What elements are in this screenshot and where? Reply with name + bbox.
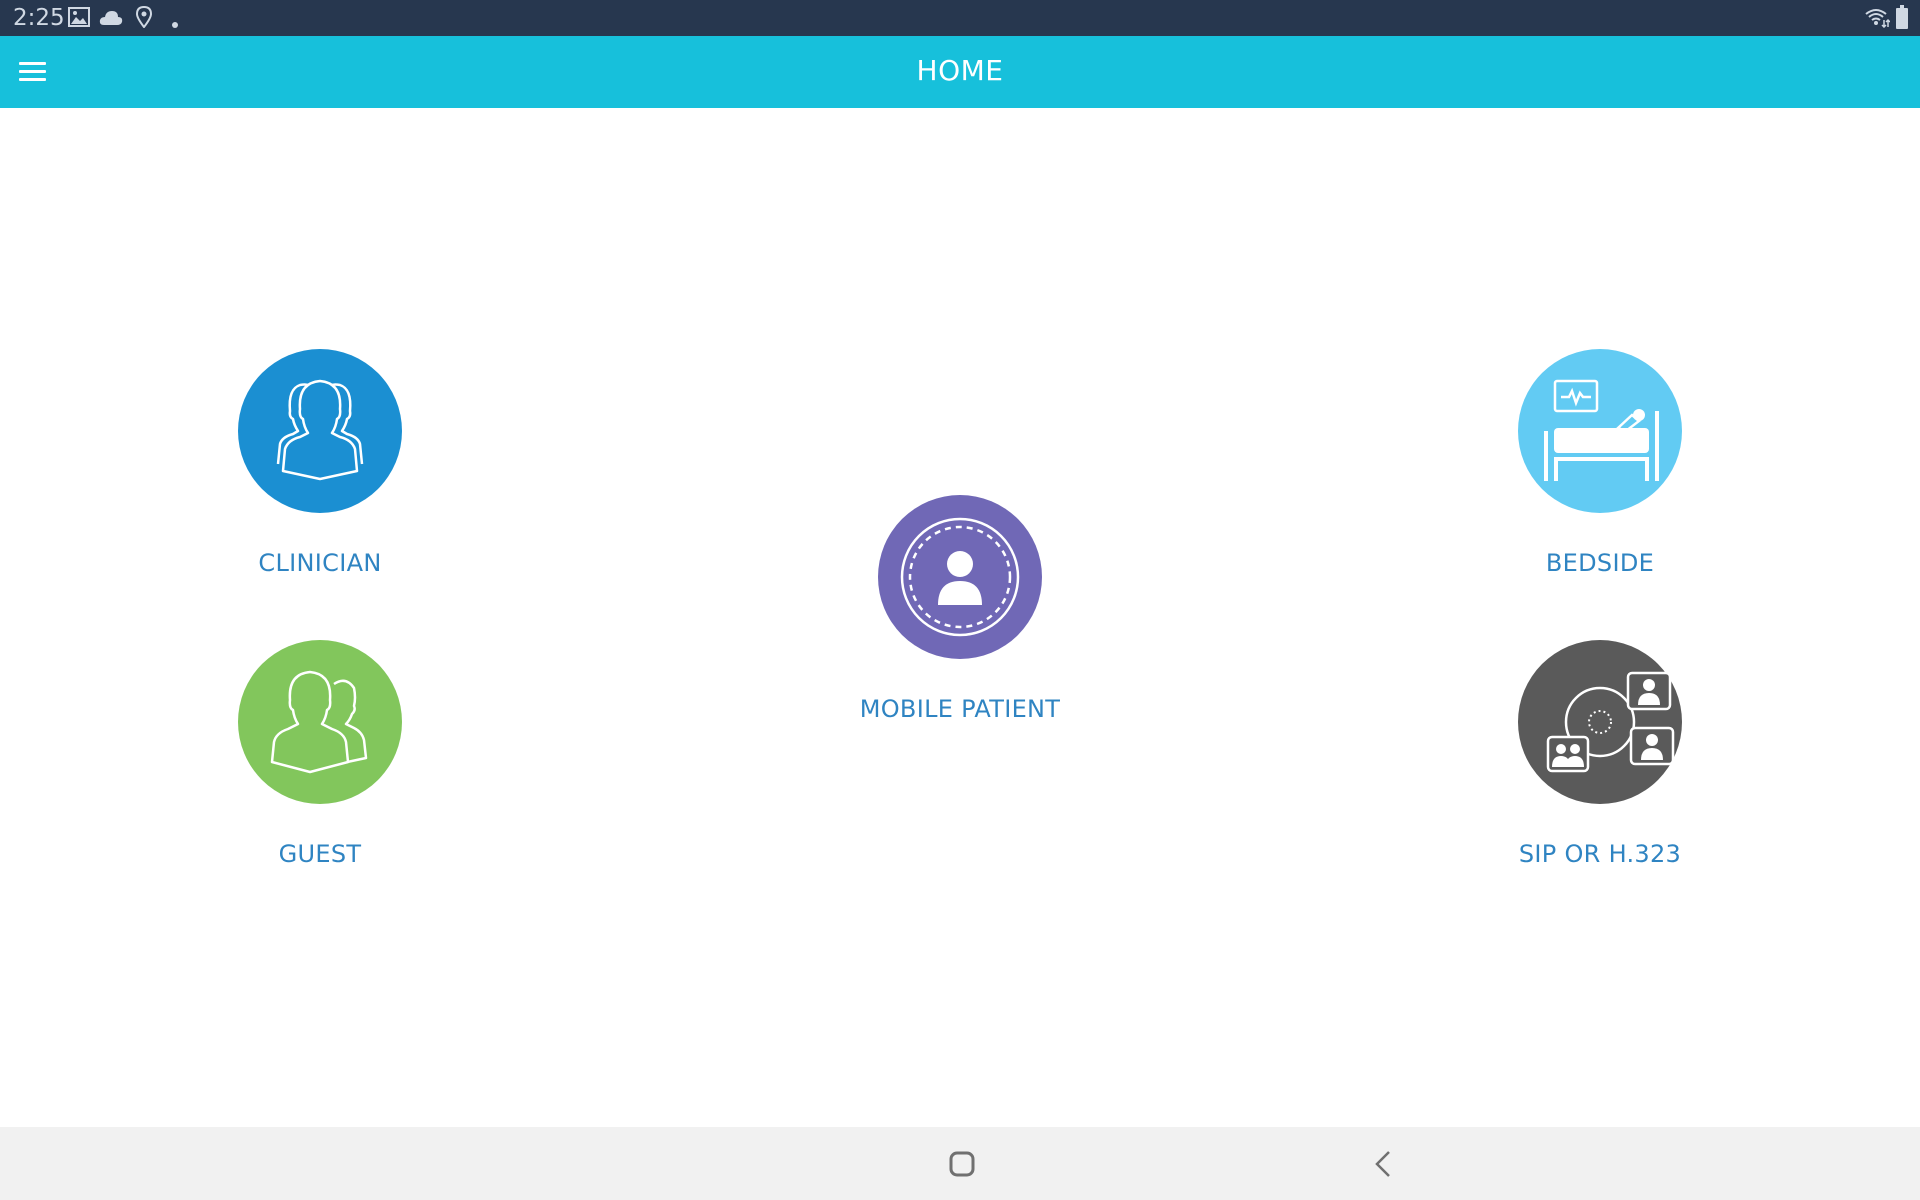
clinician-button[interactable] xyxy=(238,349,402,513)
mobile-patient-button[interactable] xyxy=(878,495,1042,659)
navigation-bar xyxy=(0,1127,1920,1200)
two-people-icon xyxy=(270,670,368,774)
status-time: 2:25 xyxy=(13,5,65,31)
page-title: HOME xyxy=(916,54,1004,87)
guest-label: GUEST xyxy=(278,840,362,868)
back-icon xyxy=(1375,1151,1390,1177)
app-bar: HOME xyxy=(0,36,1920,108)
bedside-label: BEDSIDE xyxy=(1545,549,1655,577)
status-bar: 2:25 xyxy=(0,0,1920,36)
tile-bedside[interactable]: BEDSIDE xyxy=(1450,349,1750,577)
video-conference-network-icon xyxy=(1546,671,1675,773)
sip-button[interactable] xyxy=(1518,640,1682,804)
bedside-button[interactable] xyxy=(1518,349,1682,513)
notification-dot-icon xyxy=(172,15,178,33)
tile-mobile-patient[interactable]: MOBILE PATIENT xyxy=(810,495,1110,723)
home-icon xyxy=(949,1151,975,1177)
tile-clinician[interactable]: CLINICIAN xyxy=(170,349,470,577)
hospital-bed-monitor-icon xyxy=(1544,379,1659,481)
battery-icon xyxy=(1896,5,1908,34)
location-pin-icon xyxy=(135,5,153,33)
clinician-label: CLINICIAN xyxy=(258,549,382,577)
patient-person-icon xyxy=(900,517,1020,637)
tile-guest[interactable]: GUEST xyxy=(170,640,470,868)
guest-button[interactable] xyxy=(238,640,402,804)
sip-label: SIP OR H.323 xyxy=(1518,840,1682,868)
cloud-icon xyxy=(99,10,123,31)
back-button[interactable] xyxy=(1367,1147,1401,1181)
mobile-patient-label: MOBILE PATIENT xyxy=(859,695,1061,723)
wifi-icon xyxy=(1864,8,1891,33)
tile-sip[interactable]: SIP OR H.323 xyxy=(1450,640,1750,868)
home-button[interactable] xyxy=(945,1147,979,1181)
group-people-icon xyxy=(276,379,364,481)
image-icon xyxy=(68,7,90,32)
